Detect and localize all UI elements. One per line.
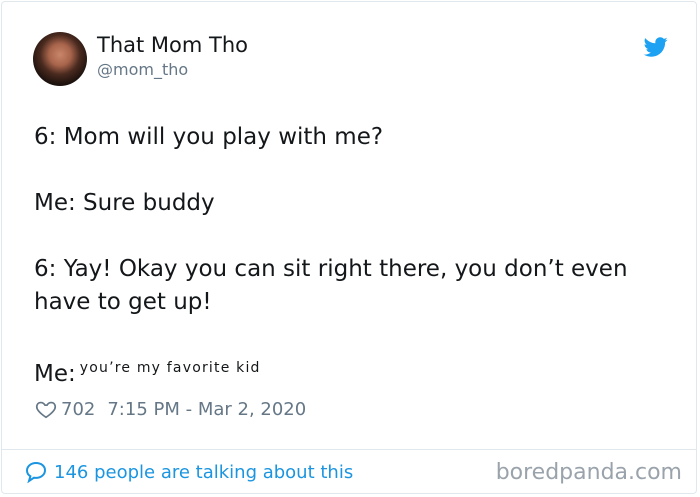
conversation-text: 146 people are talking about this: [54, 461, 354, 483]
tweet-line: 6: Mom will you play with me?: [34, 124, 384, 150]
speech-bubble-icon: [25, 461, 47, 484]
author-name[interactable]: That Mom Tho: [97, 33, 248, 57]
divider: [2, 449, 696, 450]
author-handle[interactable]: @mom_tho: [97, 60, 188, 79]
tweet-small-text: you’re my favorite kid: [79, 360, 261, 376]
twitter-bird-icon[interactable]: [643, 35, 669, 59]
avatar[interactable]: [33, 32, 87, 86]
tweet-text: 6: Mom will you play with me? Me: Sure b…: [34, 121, 674, 391]
tweet-prefix: Me:: [34, 361, 76, 387]
timestamp[interactable]: 7:15 PM - Mar 2, 2020: [107, 399, 306, 420]
tweet-line: 6: Yay! Okay you can sit right there, yo…: [34, 256, 628, 315]
watermark: boredpanda.com: [495, 460, 682, 485]
like-count: 702: [61, 398, 96, 420]
tweet-card: That Mom Tho @mom_tho 6: Mom will you pl…: [1, 1, 697, 494]
tweet-line: Me: Sure buddy: [34, 190, 215, 216]
tweet-meta: 702 7:15 PM - Mar 2, 2020: [35, 398, 306, 420]
tweet-line-last: Me: you’re my favorite kid: [34, 352, 674, 391]
heart-icon[interactable]: [35, 398, 57, 420]
conversation-link[interactable]: 146 people are talking about this: [24, 460, 353, 484]
